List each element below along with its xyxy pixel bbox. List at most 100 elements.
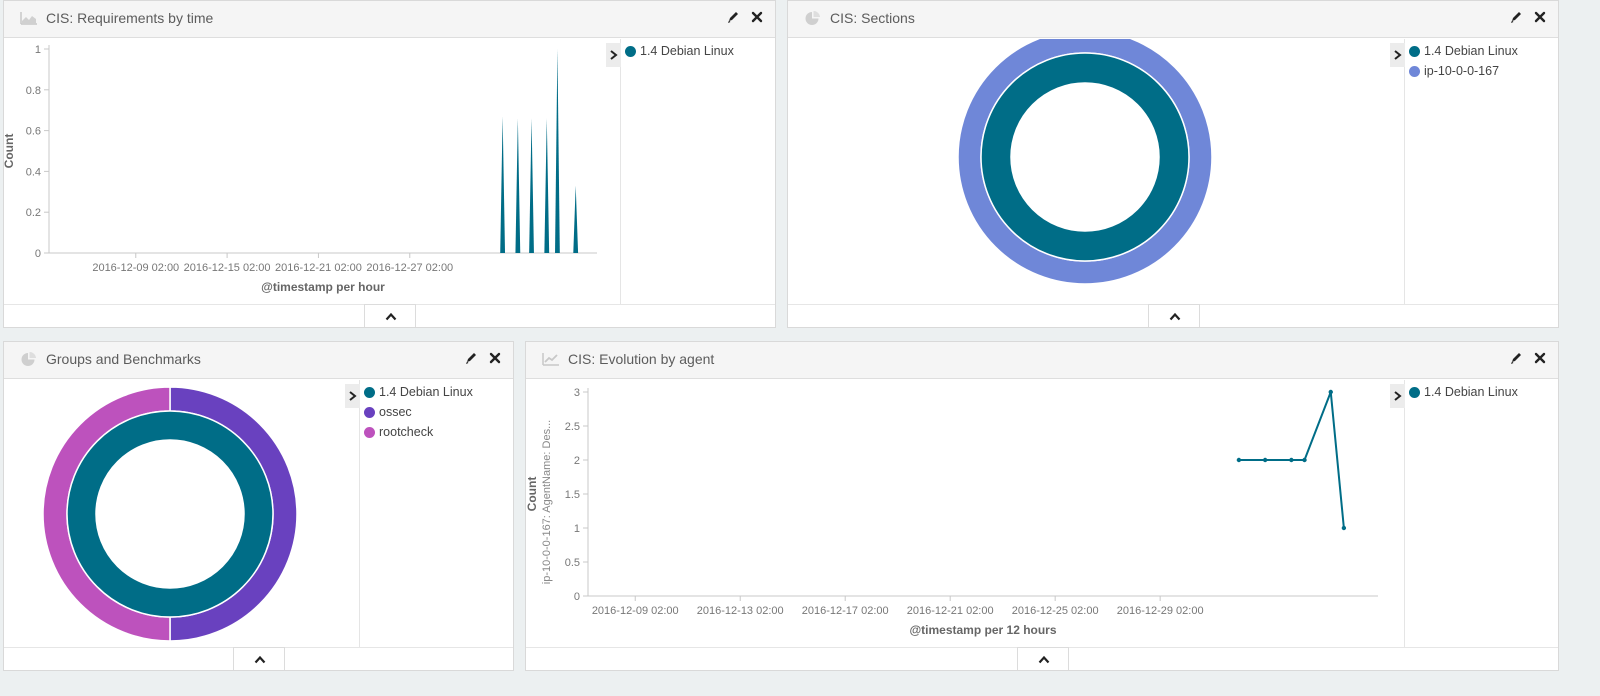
data-point — [1236, 457, 1242, 463]
panel-sections: CIS: Sections 1.4 Debian Linux ip-10-0-0-… — [787, 0, 1559, 328]
pie-slice — [980, 52, 1190, 262]
legend-item[interactable]: ossec — [364, 402, 513, 422]
legend-item[interactable]: 1.4 Debian Linux — [625, 41, 775, 61]
legend-item[interactable]: ip-10-0-0-167 — [1409, 61, 1558, 81]
edit-pencil-icon[interactable] — [465, 351, 477, 365]
area-spike — [573, 185, 579, 253]
y-tick-label: 0.2 — [26, 207, 41, 219]
legend-list: 1.4 Debian Linux — [621, 39, 775, 61]
pie-slice — [66, 410, 274, 618]
x-axis-title: @timestamp per 12 hours — [909, 623, 1056, 637]
y-tick-label: 1.5 — [565, 489, 580, 501]
panel-requirements-by-time: CIS: Requirements by time 0 0.2 0.4 0.6 0.8 1… — [3, 0, 776, 328]
panel-header: CIS: Evolution by agent — [526, 342, 1558, 379]
y-axis-title: Count — [526, 477, 539, 512]
legend-color-dot — [364, 386, 375, 398]
legend-color-dot — [364, 406, 375, 418]
legend-label: ossec — [379, 405, 412, 419]
y-axis-title: Count — [4, 134, 16, 169]
chevron-up-icon — [385, 312, 397, 321]
chevron-up-icon — [1169, 312, 1181, 321]
legend-color-dot — [1409, 386, 1420, 398]
evolution-line-chart: 0 0.5 1 1.5 2 2.5 3 2016-12-09 02:00 2016-12-13 … — [526, 387, 1378, 637]
chevron-up-icon — [254, 655, 266, 664]
legend-color-dot — [364, 426, 375, 438]
chevron-right-icon — [349, 391, 357, 401]
y-tick-label: 0.4 — [26, 166, 41, 178]
panel-title: CIS: Sections — [830, 10, 915, 26]
data-point — [1289, 457, 1294, 463]
close-icon[interactable] — [1534, 351, 1546, 365]
x-tick-label: 2016-12-25 02:00 — [1012, 605, 1099, 617]
panel-footer — [788, 304, 1558, 327]
data-point — [1341, 525, 1347, 531]
chevron-right-icon — [1394, 50, 1402, 60]
y-tick-label: 0.5 — [565, 557, 580, 569]
legend-toggle-button[interactable] — [606, 43, 621, 67]
x-axis-title: @timestamp per hour — [261, 280, 385, 294]
legend-list: 1.4 Debian Linux — [1405, 380, 1558, 402]
legend-item[interactable]: 1.4 Debian Linux — [364, 382, 513, 402]
x-tick-label: 2016-12-21 02:00 — [907, 605, 994, 617]
area-chart-icon — [20, 12, 37, 25]
legend: 1.4 Debian Linux ip-10-0-0-167 — [1390, 39, 1558, 304]
chevron-right-icon — [1394, 391, 1402, 401]
close-icon[interactable] — [489, 351, 501, 365]
data-point — [1328, 389, 1333, 395]
area-spike — [500, 116, 506, 253]
pie-chart-icon — [21, 351, 36, 366]
y-axis-subtitle: ip-10-0-0-167: AgentName: Des... — [541, 420, 553, 584]
close-icon[interactable] — [1534, 10, 1546, 24]
legend-toggle-button[interactable] — [1390, 384, 1405, 408]
legend-list: 1.4 Debian Linux ossec rootcheck — [360, 380, 513, 442]
legend: 1.4 Debian Linux ossec rootcheck — [345, 380, 513, 647]
legend-item[interactable]: rootcheck — [364, 422, 513, 442]
data-point — [1302, 457, 1307, 463]
data-point — [1262, 457, 1268, 463]
legend-label: 1.4 Debian Linux — [1424, 44, 1518, 58]
panel-header: Groups and Benchmarks — [4, 342, 513, 379]
y-tick-label: 2 — [574, 455, 580, 467]
y-tick-label: 0.6 — [26, 126, 41, 138]
edit-pencil-icon[interactable] — [727, 10, 739, 24]
legend-color-dot — [1409, 65, 1420, 77]
edit-pencil-icon[interactable] — [1510, 351, 1522, 365]
legend-item[interactable]: 1.4 Debian Linux — [1409, 41, 1558, 61]
collapse-button[interactable] — [1017, 647, 1069, 670]
legend-toggle-button[interactable] — [345, 384, 360, 408]
collapse-button[interactable] — [1148, 304, 1200, 327]
x-tick-label: 2016-12-17 02:00 — [802, 605, 889, 617]
y-tick-label: 0 — [574, 591, 580, 603]
y-tick-label: 1 — [574, 523, 580, 535]
sections-donut-chart — [957, 39, 1213, 285]
x-tick-label: 2016-12-29 02:00 — [1117, 605, 1204, 617]
y-tick-label: 0.8 — [26, 85, 41, 97]
legend-label: 1.4 Debian Linux — [379, 385, 473, 399]
x-tick-label: 2016-12-21 02:00 — [275, 262, 362, 274]
legend-label: rootcheck — [379, 425, 434, 439]
panel-header: CIS: Requirements by time — [4, 1, 775, 38]
chevron-up-icon — [1038, 655, 1050, 664]
legend-label: 1.4 Debian Linux — [640, 44, 734, 58]
collapse-button[interactable] — [364, 304, 416, 327]
legend: 1.4 Debian Linux — [606, 39, 775, 304]
y-tick-label: 0 — [35, 248, 41, 260]
groups-donut-chart — [42, 386, 298, 642]
panel-title: CIS: Requirements by time — [46, 10, 214, 26]
legend-label: 1.4 Debian Linux — [1424, 385, 1518, 399]
edit-pencil-icon[interactable] — [1510, 10, 1522, 24]
x-tick-label: 2016-12-15 02:00 — [184, 262, 271, 274]
x-tick-label: 2016-12-13 02:00 — [697, 605, 784, 617]
legend-label: ip-10-0-0-167 — [1424, 64, 1500, 78]
panel-groups-and-benchmarks: Groups and Benchmarks 1.4 Debian Linux os… — [3, 341, 514, 671]
panel-title: CIS: Evolution by agent — [568, 351, 715, 367]
legend-color-dot — [1409, 45, 1420, 57]
panel-footer — [526, 647, 1558, 670]
pie-chart-icon — [805, 10, 820, 25]
close-icon[interactable] — [751, 10, 763, 24]
legend-toggle-button[interactable] — [1390, 43, 1405, 67]
x-tick-label: 2016-12-09 02:00 — [592, 605, 679, 617]
legend-item[interactable]: 1.4 Debian Linux — [1409, 382, 1558, 402]
collapse-button[interactable] — [233, 647, 285, 670]
x-tick-label: 2016-12-09 02:00 — [92, 262, 179, 274]
